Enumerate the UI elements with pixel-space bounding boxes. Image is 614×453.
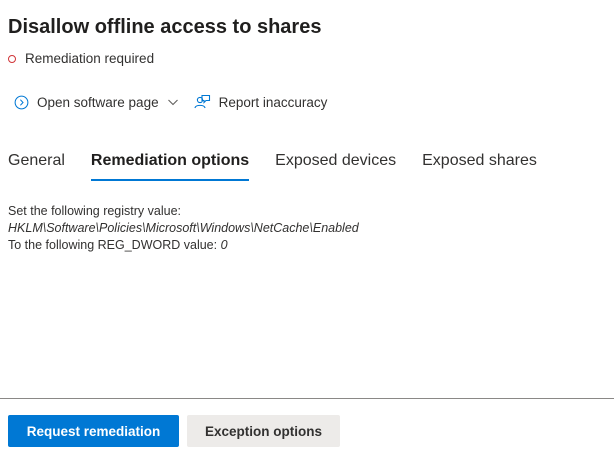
- remediation-content: Set the following registry value: HKLM\S…: [8, 203, 359, 254]
- exception-options-button[interactable]: Exception options: [187, 415, 340, 447]
- action-bar: Open software page Report inaccuracy: [14, 94, 327, 110]
- page-title: Disallow offline access to shares: [8, 16, 322, 38]
- request-remediation-button[interactable]: Request remediation: [8, 415, 179, 447]
- value-label: To the following REG_DWORD value:: [8, 238, 221, 252]
- status-circle-icon: [8, 54, 16, 63]
- registry-path: HKLM\Software\Policies\Microsoft\Windows…: [8, 221, 359, 235]
- tab-remediation-options[interactable]: Remediation options: [90, 152, 250, 181]
- open-software-page-button[interactable]: Open software page: [14, 95, 179, 110]
- chevron-down-icon[interactable]: [167, 96, 179, 108]
- tab-general[interactable]: General: [8, 152, 65, 180]
- status-text: Remediation required: [25, 51, 155, 66]
- footer-divider: [0, 398, 614, 399]
- instruction-text: Set the following registry value:: [8, 204, 182, 218]
- open-software-page-label: Open software page: [37, 94, 159, 110]
- registry-value: 0: [220, 238, 228, 252]
- value-instruction: To the following REG_DWORD value: 0: [8, 237, 359, 254]
- circle-chevron-right-icon: [14, 95, 29, 110]
- status-indicator: Remediation required: [8, 51, 154, 66]
- tab-exposed-devices[interactable]: Exposed devices: [275, 152, 396, 180]
- person-feedback-icon: [193, 94, 211, 110]
- report-inaccuracy-label: Report inaccuracy: [218, 94, 328, 110]
- tab-bar: General Remediation options Exposed devi…: [8, 152, 563, 181]
- tab-exposed-shares[interactable]: Exposed shares: [422, 152, 537, 180]
- report-inaccuracy-button[interactable]: Report inaccuracy: [193, 94, 328, 110]
